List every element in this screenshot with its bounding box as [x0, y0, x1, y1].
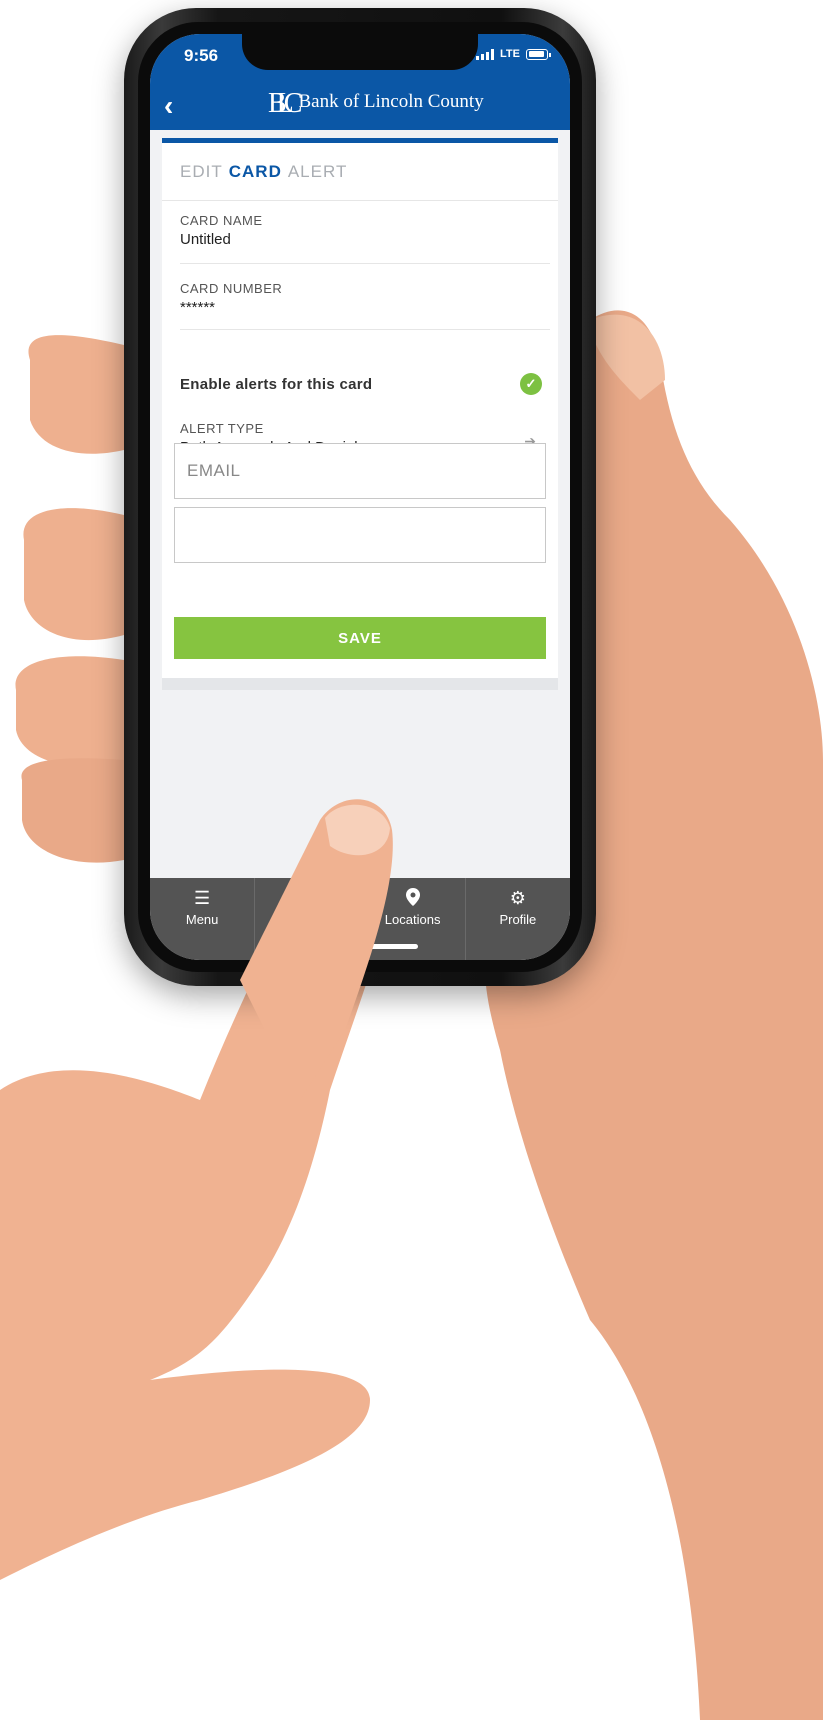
pointing-finger	[240, 799, 393, 1100]
phone-notch	[242, 34, 478, 70]
